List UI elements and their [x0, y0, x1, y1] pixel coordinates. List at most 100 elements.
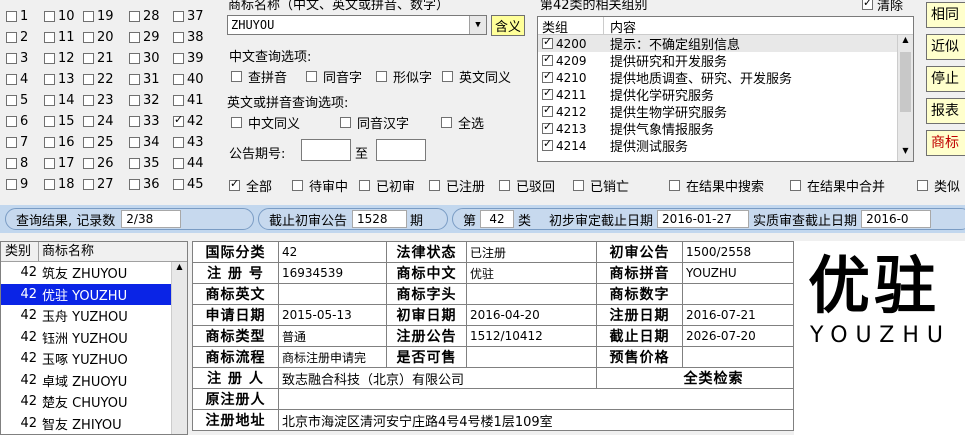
class-checkbox-21[interactable]: 21	[83, 49, 114, 67]
process-value[interactable]: 商标注册申请完	[278, 346, 387, 368]
checkbox-icon[interactable]	[173, 113, 184, 127]
checkbox-icon[interactable]	[173, 136, 184, 148]
class-checkbox-18[interactable]: 18	[44, 175, 75, 193]
checkbox-icon[interactable]	[790, 179, 801, 191]
cn-options-3[interactable]: 英文同义	[442, 67, 511, 86]
groups-scrollbar[interactable]: ▲ ▼	[897, 35, 913, 161]
class-checkbox-35[interactable]: 35	[129, 154, 160, 172]
checkbox-icon[interactable]	[231, 70, 242, 82]
checkbox-icon[interactable]	[129, 115, 140, 127]
class-checkbox-11[interactable]: 11	[44, 28, 75, 46]
group-row[interactable]: 4210提供地质调查、研究、开发服务	[538, 69, 913, 87]
class-checkbox-15[interactable]: 15	[44, 112, 75, 130]
checkbox-icon[interactable]	[6, 157, 17, 169]
checkbox-icon[interactable]	[83, 115, 94, 127]
side-button-1[interactable]: 近似	[926, 34, 965, 60]
list-item[interactable]: 42 卓域 ZHUOYU	[1, 370, 172, 392]
side-button-3[interactable]: 报表	[926, 98, 965, 124]
class-checkbox-14[interactable]: 14	[44, 91, 75, 109]
class-checkbox-6[interactable]: 6	[6, 112, 28, 130]
checkbox-icon[interactable]	[6, 136, 17, 148]
class-checkbox-27[interactable]: 27	[83, 175, 114, 193]
class-checkbox-42[interactable]: 42	[173, 112, 204, 130]
class-checkbox-20[interactable]: 20	[83, 28, 114, 46]
class-checkbox-22[interactable]: 22	[83, 70, 114, 88]
chevron-down-icon[interactable]: ▼	[469, 16, 486, 34]
filter-7[interactable]: 在结果中合并	[790, 176, 885, 195]
side-button-2[interactable]: 停止	[926, 66, 965, 92]
scroll-down-icon[interactable]: ▼	[898, 146, 913, 161]
clear-checkbox[interactable]: 清除	[862, 0, 903, 14]
class-checkbox-36[interactable]: 36	[129, 175, 160, 193]
result-list[interactable]: 类别 商标名称 42 筑友 ZHUYOU 42 优驻 YOUZHU 42 玉舟 YUZHO…	[0, 241, 188, 435]
en-options-2[interactable]: 全选	[441, 113, 484, 132]
checkbox-icon[interactable]	[129, 136, 140, 148]
checkbox-icon[interactable]	[129, 178, 140, 190]
class-checkbox-31[interactable]: 31	[129, 70, 160, 88]
checkbox-icon[interactable]	[44, 52, 55, 64]
filter-0[interactable]: 全部	[229, 176, 272, 195]
class-checkbox-10[interactable]: 10	[44, 7, 75, 25]
checkbox-icon[interactable]	[44, 10, 55, 22]
class-checkbox-3[interactable]: 3	[6, 49, 28, 67]
checkbox-icon[interactable]	[376, 70, 387, 82]
class-checkbox-45[interactable]: 45	[173, 175, 204, 193]
side-button-0[interactable]: 相同	[926, 2, 965, 28]
checkbox-icon[interactable]	[6, 52, 17, 64]
class-checkbox-33[interactable]: 33	[129, 112, 160, 130]
class-checkbox-23[interactable]: 23	[83, 91, 114, 109]
class-checkbox-32[interactable]: 32	[129, 91, 160, 109]
checkbox-icon[interactable]	[573, 179, 584, 191]
group-row[interactable]: 4212提供生物学研究服务	[538, 103, 913, 121]
group-row[interactable]: 4214 提供测试服务	[538, 137, 913, 155]
class-checkbox-24[interactable]: 24	[83, 112, 114, 130]
checkbox-icon[interactable]	[129, 31, 140, 43]
list-item[interactable]: 42 楚友 CHUYOU	[1, 391, 172, 413]
list-scrollbar[interactable]: ▲	[171, 262, 187, 434]
filter-8[interactable]: 类似	[917, 176, 960, 195]
class-checkbox-37[interactable]: 37	[173, 7, 204, 25]
cn-options-0[interactable]: 查拼音	[231, 67, 287, 86]
checkbox-icon[interactable]	[6, 31, 17, 43]
class-checkbox-2[interactable]: 2	[6, 28, 28, 46]
checkbox-icon[interactable]	[83, 10, 94, 22]
class-checkbox-12[interactable]: 12	[44, 49, 75, 67]
checkbox-icon[interactable]	[44, 136, 55, 148]
class-checkbox-39[interactable]: 39	[173, 49, 204, 67]
side-button-4[interactable]: 商标	[926, 130, 965, 156]
checkbox-icon[interactable]	[83, 157, 94, 169]
class-checkbox-13[interactable]: 13	[44, 70, 75, 88]
class-checkbox-7[interactable]: 7	[6, 133, 28, 151]
checkbox-icon[interactable]	[129, 73, 140, 85]
checkbox-icon[interactable]	[173, 73, 184, 85]
meaning-button[interactable]: 含义	[491, 15, 525, 36]
checkbox-icon[interactable]	[6, 115, 17, 127]
list-item[interactable]: 42 玉舟 YUZHOU	[1, 305, 172, 327]
class-checkbox-40[interactable]: 40	[173, 70, 204, 88]
checkbox-icon[interactable]	[542, 52, 553, 66]
checkbox-icon[interactable]	[173, 178, 184, 190]
checkbox-icon[interactable]	[542, 120, 553, 134]
checkbox-icon[interactable]	[83, 94, 94, 106]
checkbox-icon[interactable]	[83, 136, 94, 148]
group-row[interactable]: 4200提示：不确定组别信息	[538, 35, 913, 53]
class-checkbox-29[interactable]: 29	[129, 28, 160, 46]
filter-5[interactable]: 已销亡	[573, 176, 629, 195]
checkbox-icon[interactable]	[173, 10, 184, 22]
checkbox-icon[interactable]	[173, 94, 184, 106]
class-checkbox-44[interactable]: 44	[173, 154, 204, 172]
list-item[interactable]: 42 玉啄 YUZHUO	[1, 348, 172, 370]
class-checkbox-8[interactable]: 8	[6, 154, 28, 172]
checkbox-icon[interactable]	[669, 179, 680, 191]
checkbox-icon[interactable]	[129, 157, 140, 169]
checkbox-icon[interactable]	[306, 70, 317, 82]
checkbox-icon[interactable]	[129, 10, 140, 22]
checkbox-icon[interactable]	[542, 69, 553, 83]
class-checkbox-43[interactable]: 43	[173, 133, 204, 151]
all-class-search-button[interactable]: 全类检索	[596, 367, 794, 389]
class-checkbox-34[interactable]: 34	[129, 133, 160, 151]
checkbox-icon[interactable]	[6, 94, 17, 106]
en-options-1[interactable]: 同音汉字	[340, 113, 409, 132]
checkbox-icon[interactable]	[542, 35, 553, 49]
checkbox-icon[interactable]	[83, 52, 94, 64]
